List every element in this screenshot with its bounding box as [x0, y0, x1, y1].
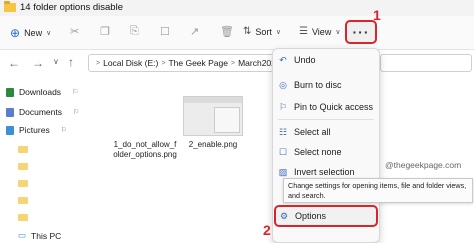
- folder-icon[interactable]: [18, 197, 28, 204]
- file-name-line: 2_enable.png: [188, 140, 238, 149]
- folder-icon[interactable]: [18, 146, 28, 153]
- step-callout-2: 2: [263, 222, 271, 238]
- sidebar-item-documents[interactable]: Documents ⚐: [6, 107, 79, 117]
- menu-item-select-none[interactable]: ☐ Select none: [278, 144, 374, 160]
- menu-item-label: Invert selection: [294, 167, 355, 177]
- menu-item-options[interactable]: ⚙ Options: [279, 208, 375, 224]
- sort-icon: ⇅: [243, 26, 252, 37]
- plus-icon: ⊕: [10, 26, 21, 40]
- menu-item-label: Burn to disc: [294, 80, 342, 90]
- view-label: View: [311, 26, 332, 37]
- undo-icon: ↶: [279, 54, 287, 65]
- menu-item-label: Select all: [294, 127, 331, 137]
- computer-icon: ▭: [18, 230, 27, 240]
- pin-icon: ⚐: [72, 89, 79, 96]
- menu-item-pin-quick-access[interactable]: ⚐ Pin to Quick access: [278, 99, 374, 115]
- sidebar-item-label: This PC: [31, 230, 62, 241]
- step-callout-1: 1: [373, 7, 381, 23]
- select-none-icon: ☐: [278, 146, 288, 157]
- breadcrumb-separator: >: [96, 59, 101, 67]
- search-input[interactable]: [380, 54, 472, 72]
- menu-item-burn-to-disc[interactable]: ◎ Burn to disc: [278, 77, 374, 93]
- sidebar-item-this-pc[interactable]: ▭ This PC: [18, 230, 61, 241]
- breadcrumb-separator: >: [161, 59, 166, 67]
- menu-item-label: Options: [295, 211, 327, 221]
- up-arrow-icon[interactable]: ↑: [68, 55, 74, 69]
- menu-item-label: Pin to Quick access: [294, 102, 374, 112]
- folder-icon[interactable]: [18, 163, 28, 170]
- file-item[interactable]: 1_do_not_allow_f older_options.png: [110, 96, 180, 159]
- breadcrumb-march2022[interactable]: March2022: [238, 58, 275, 68]
- folder-icon: [4, 1, 16, 12]
- paste-icon[interactable]: ⎘: [130, 25, 139, 38]
- sidebar-item-pictures[interactable]: Pictures ⚐: [6, 125, 67, 135]
- view-icon: ☰: [299, 26, 308, 37]
- chevron-down-icon: ∨: [46, 30, 52, 37]
- recent-dropdown-icon[interactable]: ∨: [53, 57, 59, 66]
- delete-icon[interactable]: 🗑: [220, 25, 234, 38]
- see-more-button[interactable]: ···: [345, 20, 377, 44]
- new-button[interactable]: ⊕ New ∨: [10, 26, 51, 40]
- options-tooltip: Change settings for opening items, file …: [283, 178, 473, 203]
- sort-button[interactable]: ⇅ Sort ∨: [243, 26, 281, 37]
- sidebar-item-label: Downloads: [19, 87, 62, 97]
- chevron-down-icon: ∨: [275, 28, 282, 36]
- window-title: 14 folder options disable: [20, 2, 123, 13]
- sidebar-item-label: Documents: [19, 107, 62, 117]
- file-thumbnail: [110, 96, 180, 138]
- burn-disc-icon: ◎: [279, 79, 287, 90]
- thumbnail-dialog: [214, 107, 240, 133]
- file-name-line: older_options.png: [113, 150, 177, 159]
- sort-label: Sort: [255, 26, 272, 37]
- pin-icon: ⚐: [278, 101, 288, 112]
- address-bar[interactable]: > Local Disk (E:) > The Geek Page > Marc…: [88, 54, 276, 72]
- menu-item-label: Select none: [294, 147, 342, 157]
- documents-icon: [6, 107, 14, 117]
- folder-icon[interactable]: [18, 214, 28, 221]
- menu-divider: [278, 119, 374, 120]
- pin-icon: ⚐: [73, 109, 80, 116]
- pictures-icon: [6, 125, 14, 135]
- cut-icon[interactable]: ✂: [70, 25, 79, 38]
- copy-icon[interactable]: ❐: [100, 25, 110, 38]
- new-label: New: [24, 28, 43, 38]
- breadcrumb-separator: >: [231, 59, 236, 67]
- thumbnail-titlebar: [184, 97, 242, 103]
- menu-item-select-all[interactable]: ☷ Select all: [278, 124, 374, 140]
- sidebar-item-label: Pictures: [19, 125, 50, 135]
- menu-item-label: Undo: [294, 55, 316, 65]
- folder-icon[interactable]: [18, 180, 28, 187]
- chevron-down-icon: ∨: [335, 28, 341, 36]
- view-button[interactable]: ☰ View ∨: [299, 26, 340, 37]
- breadcrumb-the-geek-page[interactable]: The Geek Page: [168, 58, 228, 68]
- file-thumbnail: [183, 96, 243, 136]
- rename-icon[interactable]: ☐: [160, 25, 170, 38]
- download-icon: [6, 87, 14, 97]
- invert-selection-icon: ▨: [278, 166, 288, 177]
- file-item[interactable]: 2_enable.png: [183, 96, 245, 156]
- file-name-line: 1_do_not_allow_f: [113, 140, 177, 149]
- back-arrow-icon[interactable]: ←: [8, 56, 20, 70]
- options-icon: ⚙: [279, 210, 289, 221]
- menu-item-undo[interactable]: ↶ Undo: [278, 52, 374, 68]
- select-all-icon: ☷: [278, 126, 288, 137]
- pin-icon: ⚐: [60, 127, 67, 134]
- watermark: @thegeekpage.com: [385, 160, 462, 170]
- breadcrumb-local-disk[interactable]: Local Disk (E:): [103, 58, 158, 68]
- share-icon[interactable]: ↗: [190, 25, 199, 38]
- forward-arrow-icon[interactable]: →: [32, 56, 44, 70]
- sidebar-item-downloads[interactable]: Downloads ⚐: [6, 87, 78, 97]
